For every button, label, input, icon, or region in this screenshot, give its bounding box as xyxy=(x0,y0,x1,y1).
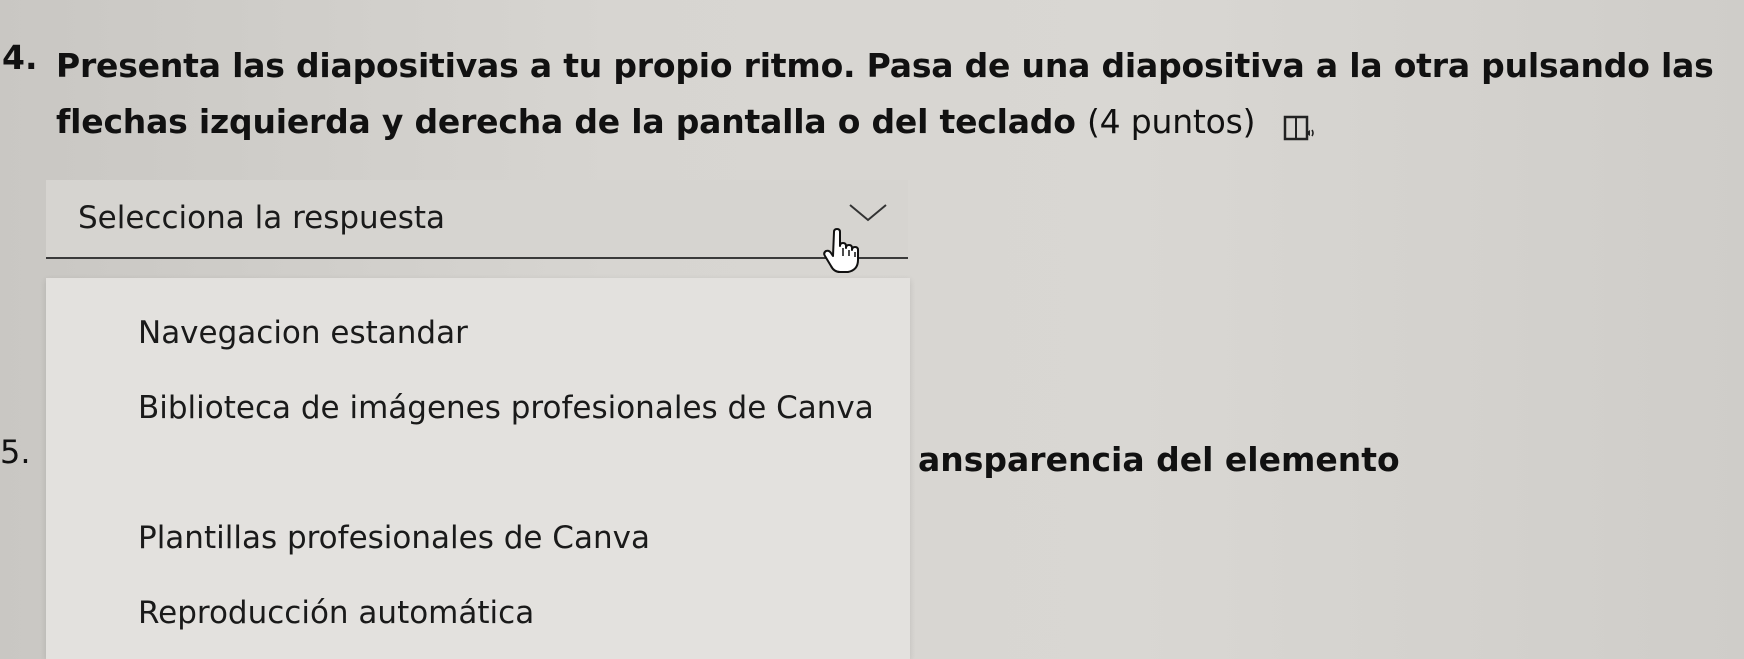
dropdown-options-list: Navegacion estandar Biblioteca de imágen… xyxy=(46,278,910,659)
question-points: (4 puntos) xyxy=(1086,102,1256,141)
question-text: Presenta las diapositivas a tu propio ri… xyxy=(56,38,1726,150)
hand-pointer-icon xyxy=(822,228,862,274)
chevron-down-icon[interactable] xyxy=(848,202,888,224)
question-5-text: ansparencia del elemento xyxy=(918,440,1400,479)
question-number: 4. xyxy=(2,38,38,77)
dropdown-selected-value: Selecciona la respuesta xyxy=(78,200,446,236)
question-5-number: 5. xyxy=(0,433,31,471)
question-prompt: Presenta las diapositivas a tu propio ri… xyxy=(56,46,1714,141)
option-navegacion-estandar[interactable]: Navegacion estandar xyxy=(138,308,898,358)
answer-dropdown[interactable]: Selecciona la respuesta xyxy=(46,180,908,259)
option-reproduccion-automatica[interactable]: Reproducción automática xyxy=(138,588,898,638)
immersive-reader-icon[interactable] xyxy=(1283,105,1317,140)
option-plantillas-profesionales[interactable]: Plantillas profesionales de Canva xyxy=(138,513,898,563)
option-biblioteca-imagenes[interactable]: Biblioteca de imágenes profesionales de … xyxy=(138,383,898,433)
